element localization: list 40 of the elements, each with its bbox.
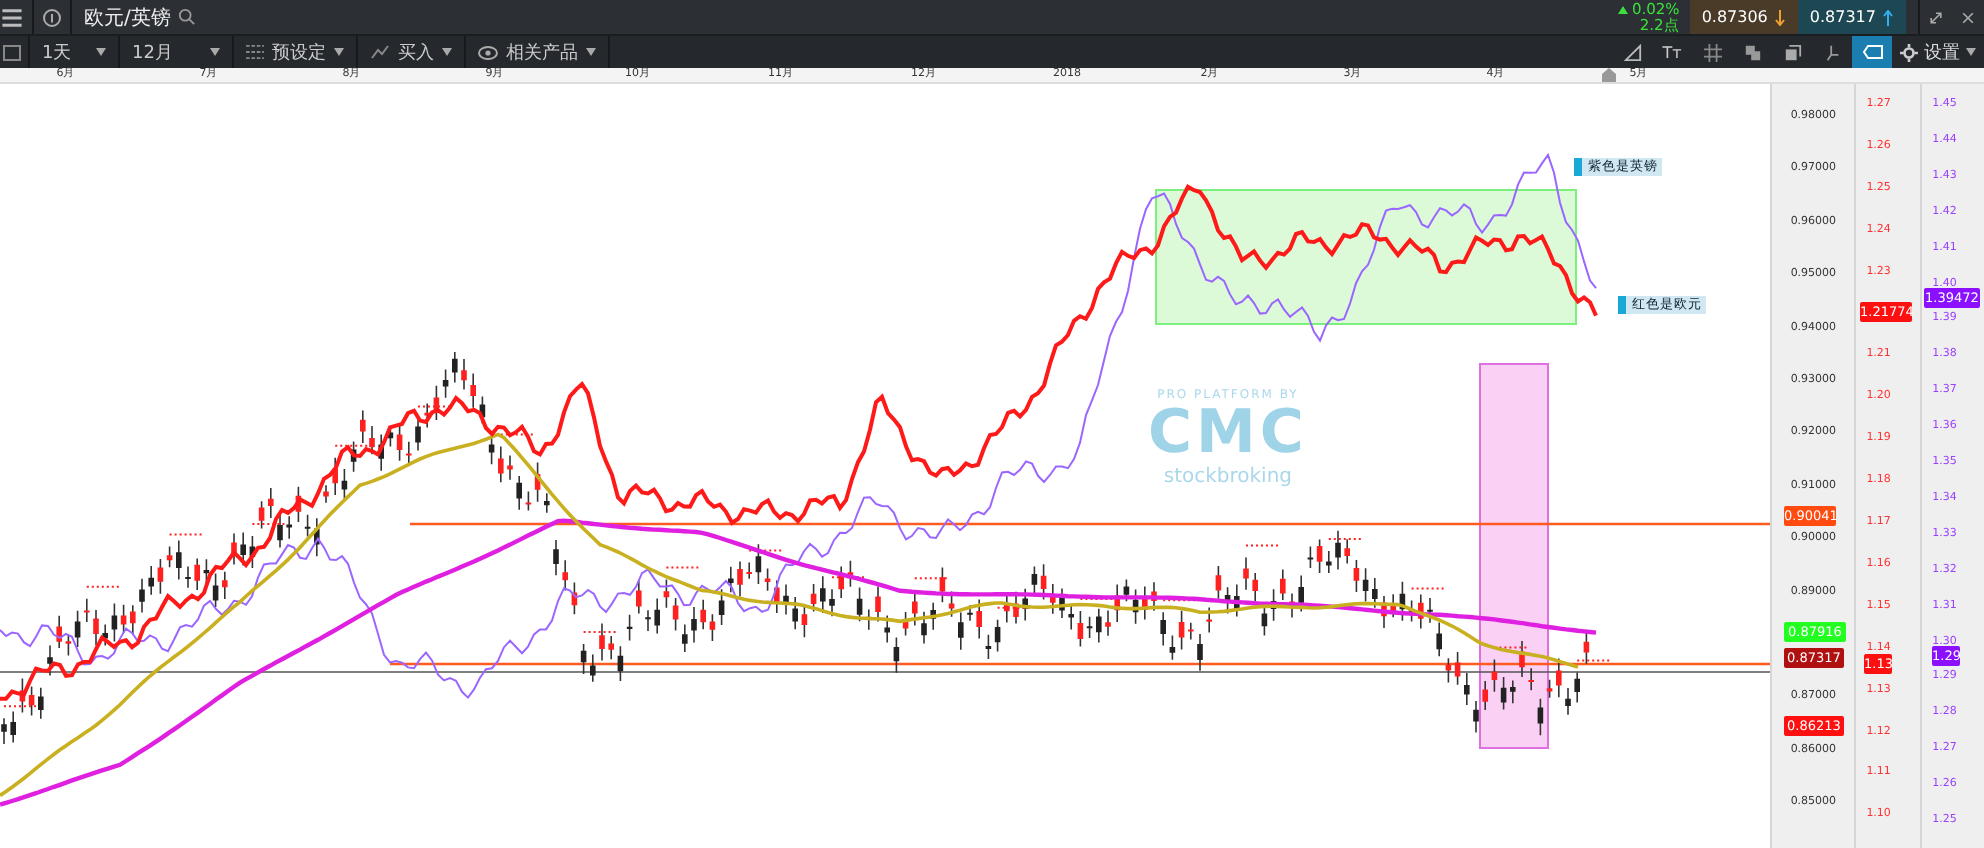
list-icon (246, 44, 264, 60)
caret-icon (334, 48, 344, 56)
presets-dropdown[interactable]: 预设定 (234, 36, 356, 68)
caret-icon (586, 48, 596, 56)
triangle-icon (1623, 43, 1641, 61)
buy-price-button[interactable]: 0.87317 (1797, 0, 1906, 34)
up-triangle-icon (1617, 5, 1628, 13)
gear-icon (1900, 43, 1918, 61)
period-dropdown[interactable]: 1天 (30, 36, 118, 68)
sell-price-button[interactable]: 0.87306 (1689, 0, 1798, 34)
search-icon[interactable] (178, 8, 197, 26)
watermark-logo: CMC (1148, 402, 1308, 466)
calendar-icon[interactable] (0, 42, 24, 62)
caret-icon (210, 48, 220, 56)
label-tool[interactable] (1852, 36, 1892, 68)
caret-icon (442, 48, 452, 56)
highlight-zone[interactable] (1479, 363, 1549, 749)
figure-icon (1823, 43, 1841, 61)
down-arrow-icon (1773, 9, 1786, 25)
caret-icon (1966, 48, 1976, 56)
trade-dropdown[interactable]: 买入 (358, 36, 464, 68)
related-products-dropdown[interactable]: 相关产品 (466, 36, 608, 68)
menu-icon[interactable] (0, 5, 24, 29)
resistance-line[interactable] (410, 522, 1776, 526)
up-arrow-icon (1882, 9, 1894, 25)
text-tool[interactable]: Tт (1652, 36, 1692, 68)
eye-icon (478, 45, 498, 59)
grid-icon (1703, 43, 1721, 61)
caret-icon (96, 48, 106, 56)
layers-icon (1743, 43, 1761, 61)
info-icon[interactable] (42, 7, 62, 27)
settings-button[interactable]: 设置 (1892, 36, 1984, 68)
tag-icon (1861, 44, 1883, 60)
support-line[interactable] (390, 662, 1776, 666)
copy-icon (1783, 43, 1801, 61)
range-zone[interactable] (1155, 189, 1577, 325)
instrument-title: 欧元/英镑 (84, 5, 171, 31)
watermark-text: stockbroking (1163, 466, 1293, 488)
range-dropdown[interactable]: 12月 (120, 36, 232, 68)
trend-icon (370, 44, 390, 60)
